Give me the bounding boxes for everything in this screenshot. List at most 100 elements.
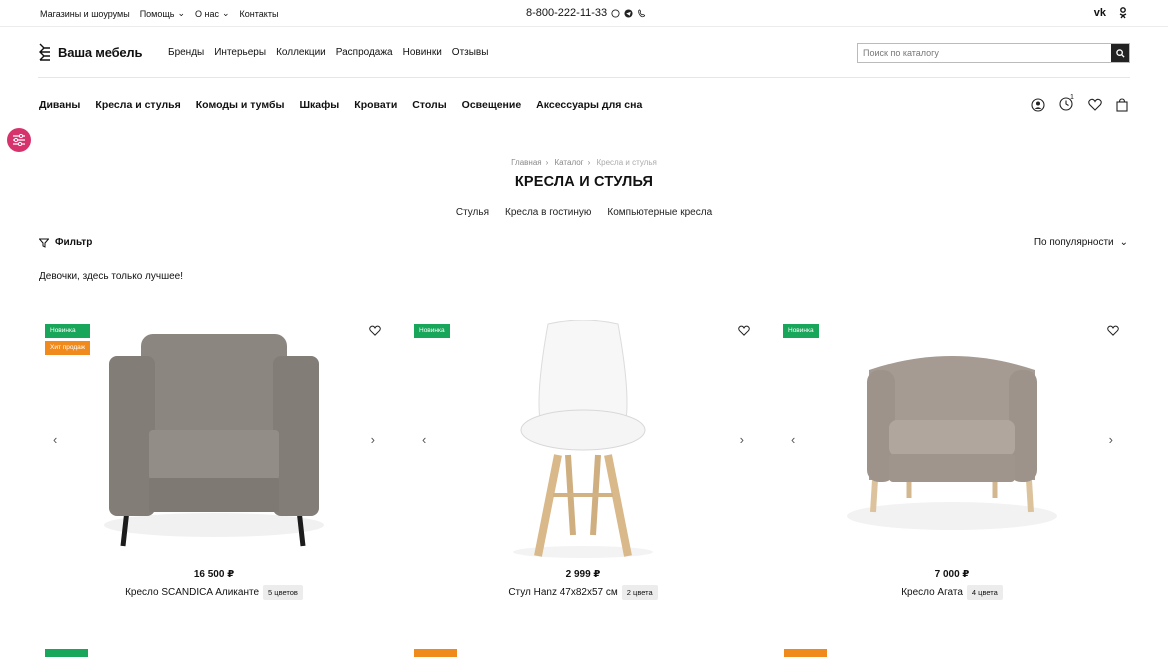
category-nav: Диваны Кресла и стулья Комоды и тумбы Шк… bbox=[39, 99, 642, 111]
subcat-chairs[interactable]: Стулья bbox=[456, 207, 489, 218]
heart-icon[interactable] bbox=[1107, 325, 1119, 336]
product-image[interactable] bbox=[827, 320, 1077, 560]
chevron-left-icon[interactable]: ‹ bbox=[422, 432, 426, 447]
logo-icon bbox=[39, 43, 50, 61]
search-icon bbox=[1115, 48, 1125, 58]
top-link-about[interactable]: О нас ⌄ bbox=[195, 8, 230, 19]
next-row-card-peek bbox=[414, 649, 457, 657]
product-name[interactable]: Стул Hanz 47x82x57 см bbox=[508, 587, 617, 598]
next-row-card-peek bbox=[45, 649, 88, 657]
cat-wardrobes[interactable]: Шкафы bbox=[299, 99, 339, 111]
product-price: 2 999 ₽ bbox=[565, 569, 601, 580]
color-count-badge: 2 цвета bbox=[621, 585, 658, 600]
color-count-badge: 4 цвета bbox=[966, 585, 1003, 600]
site-logo[interactable]: Ваша мебель bbox=[38, 42, 142, 62]
product-image[interactable] bbox=[89, 320, 339, 560]
logo-text: Ваша мебель bbox=[58, 44, 143, 60]
filter-button[interactable]: Фильтр bbox=[39, 237, 92, 248]
top-link-contacts[interactable]: Контакты bbox=[240, 8, 279, 19]
badge-new: Новинка bbox=[45, 324, 91, 338]
badge-new: Новинка bbox=[783, 324, 819, 338]
account-icon[interactable] bbox=[1031, 97, 1045, 112]
product-price: 7 000 ₽ bbox=[934, 569, 970, 580]
cat-tables[interactable]: Столы bbox=[412, 99, 446, 111]
breadcrumb: Главная › Каталог › Кресла и стулья bbox=[511, 158, 657, 167]
badge-hit: Хит продаж bbox=[45, 341, 91, 355]
page-title: КРЕСЛА И СТУЛЬЯ bbox=[514, 174, 654, 190]
chevron-right-icon[interactable]: › bbox=[1109, 432, 1113, 447]
history-count: 1 bbox=[1070, 94, 1074, 101]
product-name-row: Кресло Агата 4 цвета bbox=[777, 585, 1127, 600]
whatsapp-icon[interactable] bbox=[611, 8, 620, 18]
product-card[interactable]: Новинка ‹ › 2 999 ₽ Стул Hanz 47x82x57 с… bbox=[408, 318, 758, 608]
top-link-help[interactable]: Помощь ⌄ bbox=[140, 8, 185, 19]
subcat-computer-chairs[interactable]: Компьютерные кресла bbox=[607, 207, 712, 218]
divider bbox=[0, 26, 1168, 27]
next-row-card-peek bbox=[784, 649, 827, 657]
search-button[interactable] bbox=[1111, 44, 1129, 62]
heart-icon[interactable] bbox=[1088, 98, 1102, 111]
product-image[interactable] bbox=[458, 320, 708, 560]
cart-icon[interactable] bbox=[1116, 97, 1128, 112]
product-name-row: Кресло SCANDICA Аликанте 5 цветов bbox=[39, 585, 389, 600]
subcat-living-armchairs[interactable]: Кресла в гостиную bbox=[505, 207, 591, 218]
promo-text: Девочки, здесь только лучшее! bbox=[39, 271, 184, 282]
badge-hit-peek bbox=[414, 649, 457, 657]
heart-icon[interactable] bbox=[369, 325, 381, 336]
cat-sleep-accessories[interactable]: Аксессуары для сна bbox=[536, 99, 642, 111]
nav-sale[interactable]: Распродажа bbox=[336, 47, 393, 58]
search-box bbox=[857, 43, 1130, 63]
settings-fab[interactable] bbox=[7, 128, 31, 152]
product-name-row: Стул Hanz 47x82x57 см 2 цвета bbox=[408, 585, 758, 600]
badge-hit-peek bbox=[784, 649, 827, 657]
product-price: 16 500 ₽ bbox=[193, 569, 235, 580]
breadcrumb-catalog[interactable]: Каталог bbox=[555, 158, 584, 167]
top-link-help-label: Помощь bbox=[139, 8, 175, 19]
chevron-right-icon[interactable]: › bbox=[740, 432, 744, 447]
user-actions: 1 bbox=[1031, 94, 1128, 112]
vk-icon[interactable]: vk bbox=[1094, 7, 1106, 19]
sort-dropdown[interactable]: По популярности ⌄ bbox=[1034, 237, 1128, 248]
telegram-icon[interactable] bbox=[624, 8, 633, 18]
top-links: Магазины и шоурумы Помощь ⌄ О нас ⌄ Контак… bbox=[40, 8, 278, 19]
breadcrumb-current: Кресла и стулья bbox=[596, 158, 657, 167]
chevron-down-icon: ⌄ bbox=[1119, 237, 1128, 248]
product-name[interactable]: Кресло SCANDICA Аликанте bbox=[125, 587, 259, 598]
nav-brands[interactable]: Бренды bbox=[168, 47, 204, 58]
chevron-left-icon[interactable]: ‹ bbox=[53, 432, 57, 447]
badge-group: Новинка bbox=[414, 324, 450, 338]
phone-block: 8-800-222-11-33 bbox=[526, 7, 646, 19]
main-nav: Бренды Интерьеры Коллекции Распродажа Но… bbox=[168, 47, 488, 58]
cat-armchairs-chairs[interactable]: Кресла и стулья bbox=[95, 99, 180, 111]
top-link-about-label: О нас bbox=[195, 8, 219, 19]
history-button[interactable]: 1 bbox=[1059, 94, 1074, 112]
cat-lighting[interactable]: Освещение bbox=[462, 99, 522, 111]
product-card[interactable]: Новинка ‹ › 7 000 ₽ Кресло Агата 4 цвета bbox=[777, 318, 1127, 608]
nav-collections[interactable]: Коллекции bbox=[276, 47, 326, 58]
chevron-down-icon: ⌄ bbox=[177, 8, 186, 18]
phone-number[interactable]: 8-800-222-11-33 bbox=[526, 7, 607, 19]
nav-interiors[interactable]: Интерьеры bbox=[214, 47, 266, 58]
badge-group: Новинка bbox=[783, 324, 819, 338]
top-bar: Магазины и шоурумы Помощь ⌄ О нас ⌄ Контак… bbox=[0, 0, 1168, 27]
heart-icon[interactable] bbox=[738, 325, 750, 336]
top-link-stores[interactable]: Магазины и шоурумы bbox=[40, 8, 130, 19]
nav-new[interactable]: Новинки bbox=[403, 47, 442, 58]
search-input[interactable] bbox=[858, 44, 1111, 62]
product-card[interactable]: Новинка Хит продаж ‹ › 16 500 ₽ Кресло S… bbox=[39, 318, 389, 608]
social-links: vk bbox=[1094, 7, 1128, 19]
product-name[interactable]: Кресло Агата bbox=[901, 587, 963, 598]
sliders-icon bbox=[13, 134, 25, 146]
cat-dressers[interactable]: Комоды и тумбы bbox=[196, 99, 285, 111]
breadcrumb-home[interactable]: Главная bbox=[511, 158, 541, 167]
cat-beds[interactable]: Кровати bbox=[354, 99, 397, 111]
color-count-badge: 5 цветов bbox=[263, 585, 303, 600]
ok-icon[interactable] bbox=[1118, 7, 1128, 19]
viber-icon[interactable] bbox=[637, 8, 646, 18]
badge-group: Новинка Хит продаж bbox=[45, 324, 91, 355]
nav-reviews[interactable]: Отзывы bbox=[452, 47, 489, 58]
chevron-right-icon[interactable]: › bbox=[371, 432, 375, 447]
filter-label: Фильтр bbox=[55, 237, 93, 248]
cat-sofas[interactable]: Диваны bbox=[39, 99, 80, 111]
chevron-left-icon[interactable]: ‹ bbox=[791, 432, 795, 447]
